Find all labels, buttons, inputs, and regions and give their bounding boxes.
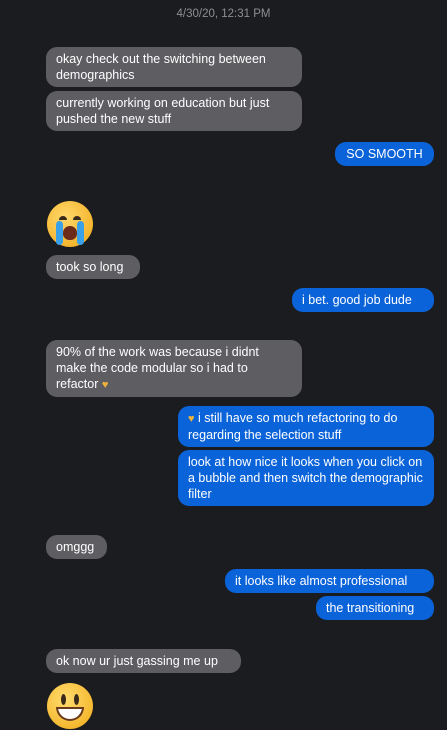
yellow-heart-emoji: ♥ <box>188 413 195 425</box>
message-text: ok now ur just gassing me up <box>56 654 218 668</box>
sent-message[interactable]: ♥ i still have so much refactoring to do… <box>178 406 434 447</box>
received-message[interactable]: currently working on education but just … <box>46 91 302 131</box>
grinning-face-emoji[interactable] <box>47 683 93 729</box>
received-message[interactable]: ok now ur just gassing me up <box>46 649 241 673</box>
message-text: omggg <box>56 540 95 554</box>
emoji-eye <box>73 216 81 220</box>
emoji-mouth <box>63 226 77 240</box>
emoji-eye <box>61 694 66 705</box>
message-text: i still have so much refactoring to do r… <box>188 411 398 442</box>
received-message[interactable]: took so long <box>46 255 140 279</box>
emoji-eye <box>59 216 67 220</box>
emoji-tear <box>56 221 63 245</box>
conversation-timestamp: 4/30/20, 12:31 PM <box>176 8 271 20</box>
message-text: took so long <box>56 260 124 274</box>
message-text: SO SMOOTH <box>346 147 423 161</box>
emoji-mouth <box>56 707 84 721</box>
loudly-crying-face-emoji[interactable] <box>47 201 93 247</box>
received-message[interactable]: 90% of the work was because i didnt make… <box>46 340 302 397</box>
message-text: it looks like almost professional <box>235 574 408 588</box>
sent-message[interactable]: it looks like almost professional <box>225 569 434 593</box>
received-message[interactable]: omggg <box>46 535 107 559</box>
message-text: the transitioning <box>326 601 415 615</box>
sent-message[interactable]: look at how nice it looks when you click… <box>178 450 434 506</box>
received-message[interactable]: okay check out the switching between dem… <box>46 47 302 87</box>
message-text: currently working on education but just … <box>56 96 270 126</box>
message-text: 90% of the work was because i didnt make… <box>56 345 259 391</box>
sent-message[interactable]: the transitioning <box>316 596 434 620</box>
message-text: i bet. good job dude <box>302 293 412 307</box>
sent-message[interactable]: i bet. good job dude <box>292 288 434 312</box>
yellow-heart-emoji: ♥ <box>101 379 109 391</box>
emoji-eye <box>74 694 79 705</box>
message-text: okay check out the switching between dem… <box>56 52 266 82</box>
message-text: look at how nice it looks when you click… <box>188 455 423 501</box>
emoji-tear <box>77 221 84 245</box>
sent-message[interactable]: SO SMOOTH <box>335 142 434 166</box>
